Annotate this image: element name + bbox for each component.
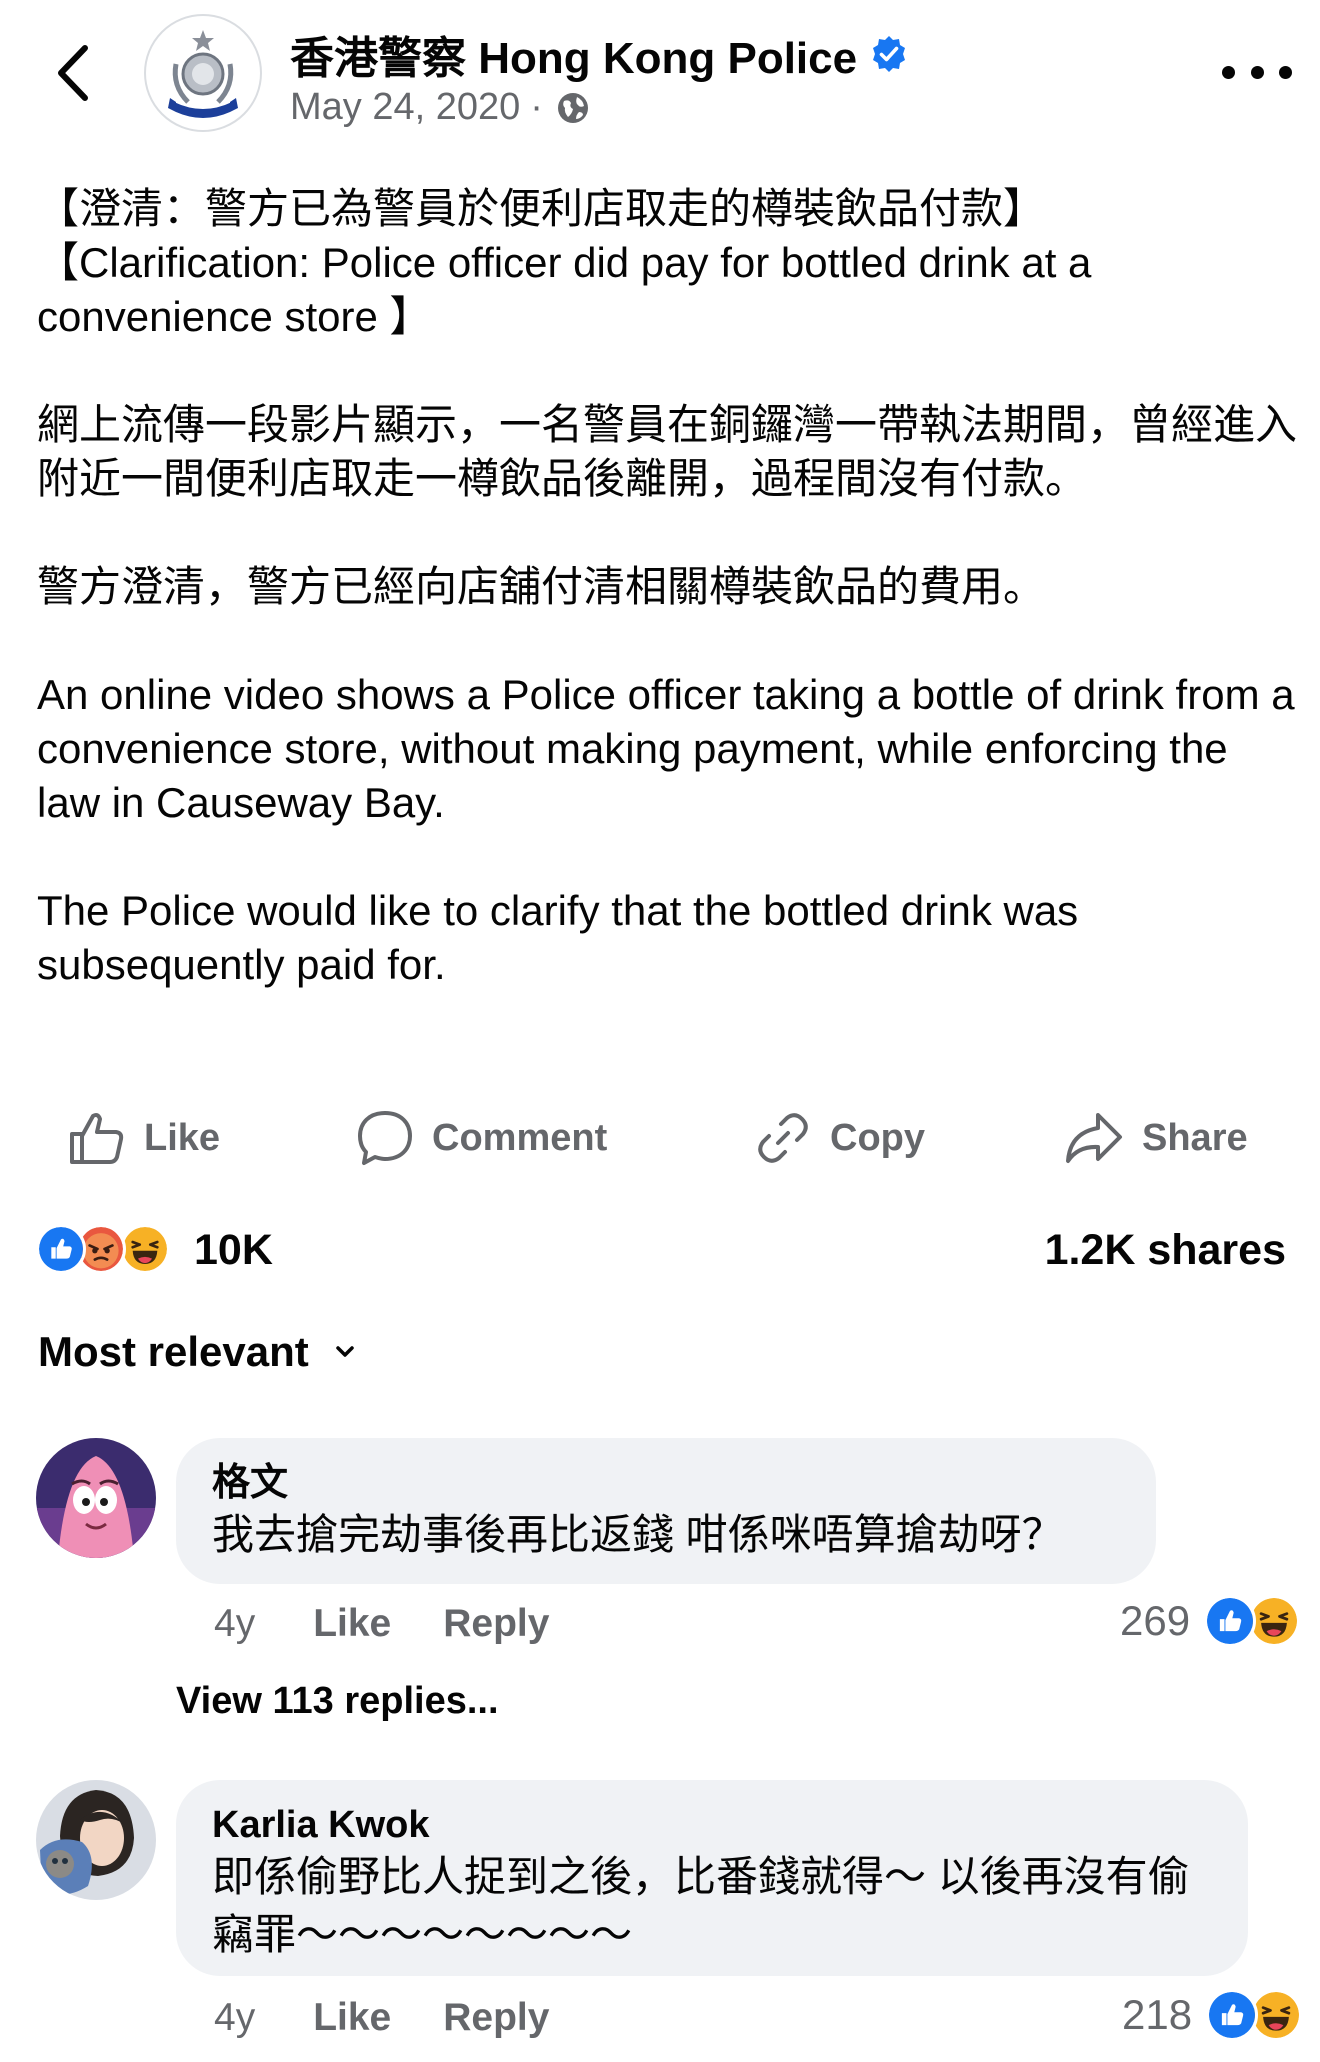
verified-badge-icon xyxy=(873,36,906,72)
comment-bubble: Karlia Kwok 即係偷野比人捉到之後，比番錢就得～ 以後再沒有偷竊罪～～… xyxy=(176,1780,1248,1976)
copy-button[interactable]: Copy xyxy=(754,1098,925,1178)
chevron-left-icon xyxy=(58,45,88,101)
more-dot xyxy=(1250,65,1264,79)
comment-like-link[interactable]: Like xyxy=(313,1996,391,2040)
comment-reply-link[interactable]: Reply xyxy=(443,1602,549,1646)
post-paragraph: The Police would like to clarify that th… xyxy=(37,887,1090,988)
more-dot xyxy=(1222,65,1235,79)
comment-reaction-icons xyxy=(1204,1595,1304,1647)
comment-reply-link[interactable]: Reply xyxy=(443,1996,549,2040)
comment-label: Comment xyxy=(432,1116,608,1159)
comment-author-avatar[interactable] xyxy=(36,1780,156,1900)
chevron-down-icon xyxy=(336,1346,354,1357)
like-reaction-icon xyxy=(1206,1989,1259,2041)
comment-bubble: 格文 我去搶完劫事後再比返錢 咁係咪唔算搶劫呀？ xyxy=(176,1438,1156,1584)
page-name-link[interactable]: 香港警察 Hong Kong Police xyxy=(290,22,909,86)
meta-separator: · xyxy=(530,86,543,128)
comment-age: 4y xyxy=(214,1602,256,1645)
comment-text: 我去搶完劫事後再比返錢 咁係咪唔算搶劫呀？ xyxy=(212,1511,1064,1558)
more-dot xyxy=(1279,65,1292,79)
avatar-image xyxy=(36,1780,156,1900)
reaction-count[interactable]: 10K xyxy=(194,1226,273,1275)
comment-age: 4y xyxy=(214,1996,256,2039)
more-options-button[interactable] xyxy=(1222,52,1292,92)
page-name: 香港警察 Hong Kong Police xyxy=(290,34,858,83)
comment-reaction-count: 218 xyxy=(1122,1991,1193,2038)
comment-bubble-icon xyxy=(358,1111,412,1165)
comment-text: 即係偷野比人捉到之後，比番錢就得～ 以後再沒有偷竊罪～～～～～～～～ xyxy=(212,1853,1190,1958)
share-label: Share xyxy=(1142,1116,1248,1159)
post-date[interactable]: May 24, 2020 xyxy=(290,86,520,129)
comment-like-link[interactable]: Like xyxy=(313,1602,391,1646)
share-count[interactable]: 1.2K shares xyxy=(1045,1226,1286,1275)
comment-reactions[interactable]: 218 xyxy=(1122,1987,1306,2043)
comment-author-avatar[interactable] xyxy=(36,1438,156,1558)
share-button[interactable]: Share xyxy=(1064,1098,1248,1178)
view-replies-link[interactable]: View 113 replies... xyxy=(176,1680,499,1723)
comment-meta: 4y Like Reply xyxy=(214,1990,601,2046)
comment-sort-dropdown[interactable]: Most relevant xyxy=(38,1328,355,1376)
post-action-bar: Like Comment Copy Share xyxy=(0,1098,1320,1178)
copy-label: Copy xyxy=(830,1116,925,1159)
link-icon xyxy=(758,1113,808,1163)
comment-reaction-count: 269 xyxy=(1120,1597,1191,1644)
sort-label: Most relevant xyxy=(38,1328,309,1375)
like-label: Like xyxy=(144,1116,221,1159)
like-button[interactable]: Like xyxy=(66,1098,220,1178)
comment-button[interactable]: Comment xyxy=(356,1098,607,1178)
comment-author[interactable]: Karlia Kwok xyxy=(212,1802,1212,1848)
comment-reactions[interactable]: 269 xyxy=(1120,1593,1304,1649)
post-paragraph: An online video shows a Police officer t… xyxy=(37,671,1307,826)
like-reaction-icon xyxy=(36,1224,86,1274)
post-text: 【澄清：警方已為警員於便利店取走的樽裝飲品付款】 【Clarification:… xyxy=(37,182,1297,992)
page-avatar[interactable] xyxy=(144,14,262,132)
post-paragraph: 【澄清：警方已為警員於便利店取走的樽裝飲品付款】 【Clarification:… xyxy=(37,185,1092,340)
post-header: 香港警察 Hong Kong Police May 24, 2020 · xyxy=(0,0,1320,150)
comment-meta: 4y Like Reply xyxy=(214,1596,601,1652)
reaction-icons[interactable] xyxy=(36,1224,186,1276)
reactions-summary: 10K 1.2K shares xyxy=(36,1222,1286,1278)
thumbs-up-icon xyxy=(70,1113,124,1164)
haha-reaction-icon xyxy=(120,1224,170,1274)
avatar-image xyxy=(36,1438,156,1558)
back-button[interactable] xyxy=(44,36,100,110)
post-paragraph: 警方澄清，警方已經向店舖付清相關樽裝飲品的費用。 xyxy=(37,563,1046,610)
police-crest-logo xyxy=(147,17,259,129)
comment-reaction-icons xyxy=(1206,1989,1306,2041)
comment-author[interactable]: 格文 xyxy=(212,1460,1120,1506)
share-arrow-icon xyxy=(1066,1113,1122,1163)
globe-icon xyxy=(557,92,588,123)
post-paragraph: 網上流傳一段影片顯示，一名警員在銅鑼灣一帶執法期間，曾經進入附近一間便利店取走一… xyxy=(37,401,1298,502)
like-reaction-icon xyxy=(1204,1595,1257,1647)
post-meta: May 24, 2020 · xyxy=(290,86,591,129)
